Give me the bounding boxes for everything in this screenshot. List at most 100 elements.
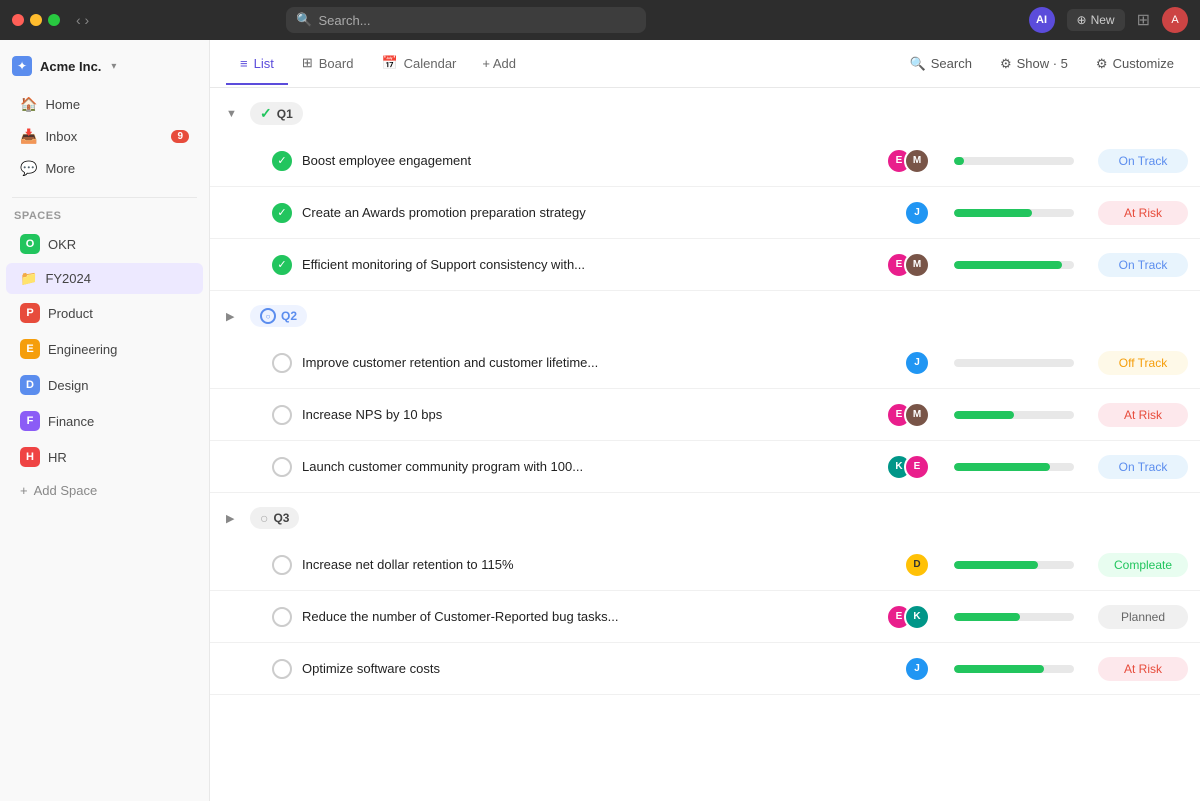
tab-calendar-label: Calendar xyxy=(404,56,457,71)
task-checkbox[interactable] xyxy=(272,353,292,373)
sidebar-item-engineering[interactable]: E Engineering xyxy=(6,332,203,366)
sidebar-item-label: More xyxy=(45,161,75,176)
progress-fill xyxy=(954,411,1014,419)
space-label: Product xyxy=(48,306,93,321)
task-row[interactable]: ⋮⋮ Reduce the number of Customer-Reporte… xyxy=(210,591,1200,643)
customize-button[interactable]: ⚙ Customize xyxy=(1086,50,1184,78)
add-space-label: Add Space xyxy=(34,483,98,498)
user-avatar[interactable]: A xyxy=(1162,7,1188,33)
grid-icon[interactable]: ⊞ xyxy=(1137,10,1150,30)
task-checkbox[interactable] xyxy=(272,659,292,679)
task-checkbox[interactable] xyxy=(272,405,292,425)
progress-bar xyxy=(954,209,1074,217)
ai-button[interactable]: AI xyxy=(1029,7,1055,33)
quarter-q3-header[interactable]: ▶ ○ Q3 xyxy=(210,493,1200,539)
circle-icon: ○ xyxy=(260,308,276,324)
search-placeholder: Search... xyxy=(319,13,371,28)
quarter-q2-header[interactable]: ▶ ○ Q2 xyxy=(210,291,1200,337)
q1-badge: ✓ Q1 xyxy=(250,102,303,125)
task-avatars: J xyxy=(904,656,930,682)
progress-bar xyxy=(954,561,1074,569)
task-row[interactable]: ⋮⋮ Launch customer community program wit… xyxy=(210,441,1200,493)
task-row[interactable]: ⋮⋮ ✓ Boost employee engagement E M On Tr… xyxy=(210,135,1200,187)
calendar-icon: 📅 xyxy=(381,55,397,71)
avatar: J xyxy=(904,350,930,376)
spaces-label: Spaces xyxy=(0,206,209,226)
task-row[interactable]: ⋮⋮ Improve customer retention and custom… xyxy=(210,337,1200,389)
task-checkbox[interactable] xyxy=(272,607,292,627)
sidebar-divider xyxy=(12,197,197,198)
inbox-badge: 9 xyxy=(171,130,189,143)
chevron-right-icon: ▶ xyxy=(226,512,242,525)
home-icon: 🏠 xyxy=(20,96,37,113)
sidebar-item-hr[interactable]: H HR xyxy=(6,440,203,474)
space-label: FY2024 xyxy=(45,271,91,286)
task-title: Create an Awards promotion preparation s… xyxy=(302,205,904,220)
tab-list-label: List xyxy=(254,56,274,71)
show-label: Show · 5 xyxy=(1017,56,1068,71)
sidebar-item-more[interactable]: 💬 More xyxy=(6,153,203,184)
task-row[interactable]: ⋮⋮ ✓ Create an Awards promotion preparat… xyxy=(210,187,1200,239)
quarter-q1-header[interactable]: ▼ ✓ Q1 xyxy=(210,88,1200,135)
task-avatars: E K xyxy=(886,604,930,630)
nav-arrows[interactable]: ‹ › xyxy=(76,12,89,28)
tab-calendar[interactable]: 📅 Calendar xyxy=(367,43,470,85)
sidebar-item-okr[interactable]: O OKR xyxy=(6,227,203,261)
customize-label: Customize xyxy=(1113,56,1174,71)
tabs-actions: 🔍 Search ⚙ Show · 5 ⚙ Customize xyxy=(900,50,1184,78)
minimize-button[interactable] xyxy=(30,14,42,26)
progress-bar xyxy=(954,463,1074,471)
task-checkbox[interactable] xyxy=(272,555,292,575)
product-dot: P xyxy=(20,303,40,323)
add-space-button[interactable]: + Add Space xyxy=(6,476,203,505)
task-title: Optimize software costs xyxy=(302,661,904,676)
q2-label: Q2 xyxy=(281,309,297,323)
global-search-bar[interactable]: 🔍 Search... xyxy=(286,7,646,33)
tab-board[interactable]: ⊞ Board xyxy=(288,43,368,85)
task-title: Reduce the number of Customer-Reported b… xyxy=(302,609,886,624)
task-checkbox[interactable]: ✓ xyxy=(272,255,292,275)
space-label: OKR xyxy=(48,237,76,252)
design-dot: D xyxy=(20,375,40,395)
task-avatars: E M xyxy=(886,148,930,174)
tab-board-label: Board xyxy=(319,56,354,71)
task-checkbox[interactable] xyxy=(272,457,292,477)
avatar: J xyxy=(904,200,930,226)
space-label: HR xyxy=(48,450,67,465)
task-checkbox[interactable]: ✓ xyxy=(272,151,292,171)
task-row[interactable]: ⋮⋮ ✓ Efficient monitoring of Support con… xyxy=(210,239,1200,291)
maximize-button[interactable] xyxy=(48,14,60,26)
tab-list[interactable]: ≡ List xyxy=(226,44,288,85)
close-button[interactable] xyxy=(12,14,24,26)
hr-dot: H xyxy=(20,447,40,467)
plus-icon: + xyxy=(20,483,28,498)
task-avatars: E M xyxy=(886,252,930,278)
sidebar-item-finance[interactable]: F Finance xyxy=(6,404,203,438)
board-icon: ⊞ xyxy=(302,55,313,71)
search-button[interactable]: 🔍 Search xyxy=(900,50,982,78)
add-view-button[interactable]: + Add xyxy=(470,48,528,79)
task-row[interactable]: ⋮⋮ Optimize software costs J At Risk xyxy=(210,643,1200,695)
customize-icon: ⚙ xyxy=(1096,56,1108,72)
sidebar-item-fy2024[interactable]: 📁 FY2024 xyxy=(6,263,203,294)
search-icon: 🔍 xyxy=(910,56,926,72)
filter-icon: ⚙ xyxy=(1000,56,1012,72)
topbar-right: AI ⊕ New ⊞ A xyxy=(1029,7,1188,33)
task-checkbox[interactable]: ✓ xyxy=(272,203,292,223)
chevron-down-icon: ▾ xyxy=(111,61,116,72)
sidebar-item-inbox[interactable]: 📥 Inbox 9 xyxy=(6,121,203,152)
sidebar-item-home[interactable]: 🏠 Home xyxy=(6,89,203,120)
new-button[interactable]: ⊕ New xyxy=(1067,9,1125,31)
task-row[interactable]: ⋮⋮ Increase NPS by 10 bps E M At Risk xyxy=(210,389,1200,441)
show-button[interactable]: ⚙ Show · 5 xyxy=(990,50,1078,78)
sidebar-item-design[interactable]: D Design xyxy=(6,368,203,402)
search-icon: 🔍 xyxy=(296,12,312,28)
sidebar-nav: 🏠 Home 📥 Inbox 9 💬 More xyxy=(0,84,209,189)
sidebar-item-product[interactable]: P Product xyxy=(6,296,203,330)
task-title: Improve customer retention and customer … xyxy=(302,355,904,370)
okr-dot: O xyxy=(20,234,40,254)
company-header[interactable]: ✦ Acme Inc. ▾ xyxy=(0,48,209,84)
content-area: ≡ List ⊞ Board 📅 Calendar + Add 🔍 Search xyxy=(210,40,1200,801)
task-row[interactable]: ⋮⋮ Increase net dollar retention to 115%… xyxy=(210,539,1200,591)
space-label: Design xyxy=(48,378,88,393)
